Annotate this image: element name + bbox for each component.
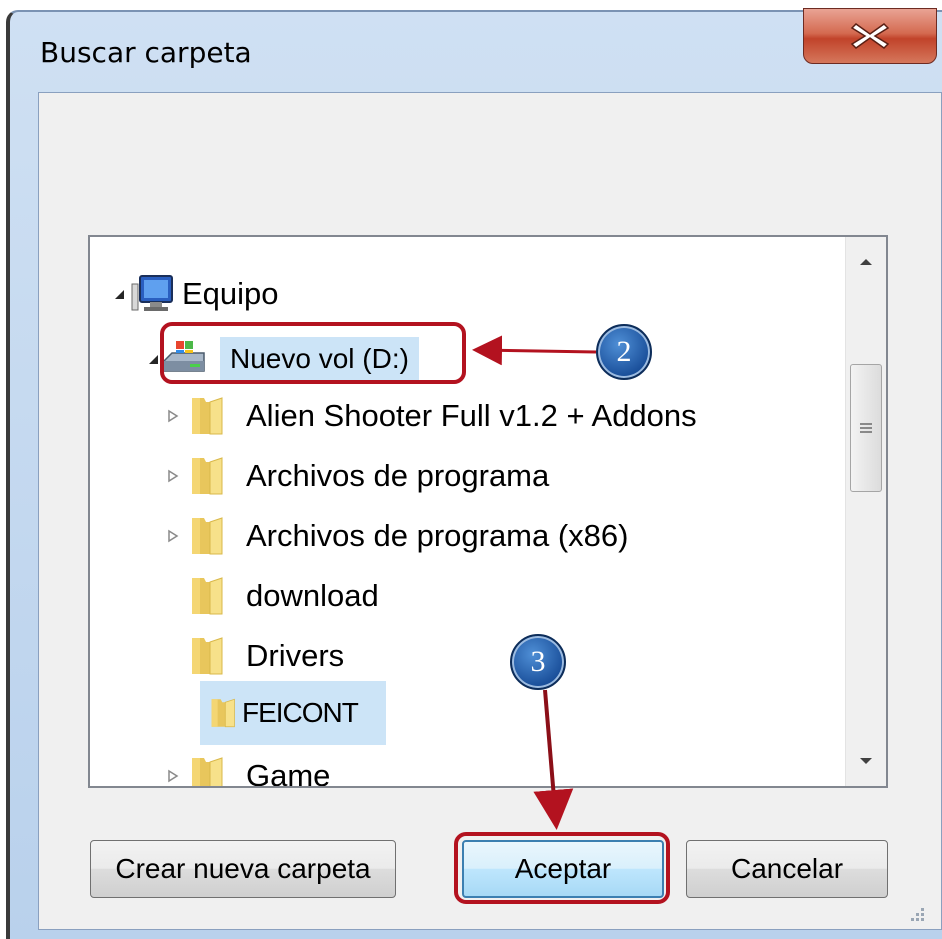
folder-icon xyxy=(190,396,224,436)
expanded-arrow-icon[interactable] xyxy=(112,287,126,301)
tree-item-label: Archivos de programa xyxy=(246,458,550,493)
tree-item-archivos-programa-x86[interactable]: Archivos de programa (x86) xyxy=(166,509,629,563)
folder-icon xyxy=(190,516,224,556)
computer-icon xyxy=(131,275,173,311)
collapsed-arrow-icon[interactable] xyxy=(166,769,180,783)
folder-icon xyxy=(210,693,236,733)
tree-item-download[interactable]: download xyxy=(190,569,379,623)
dialog-title: Buscar carpeta xyxy=(40,36,252,69)
highlight-drive xyxy=(160,322,466,384)
resize-grip-icon[interactable] xyxy=(904,903,926,925)
scroll-up-button[interactable] xyxy=(846,237,886,287)
scroll-down-arrow-icon xyxy=(860,758,872,764)
scroll-thumb[interactable] xyxy=(850,364,882,492)
close-icon xyxy=(850,23,890,49)
folder-icon xyxy=(190,756,224,786)
tree-item-label: Drivers xyxy=(246,638,345,673)
tree-item-label: download xyxy=(246,578,379,613)
grip-lines-icon xyxy=(860,423,872,433)
tree-item-label: Game xyxy=(246,758,331,788)
tree-item-label: Alien Shooter Full v1.2 + Addons xyxy=(246,398,697,433)
folder-icon xyxy=(190,456,224,496)
collapsed-arrow-icon[interactable] xyxy=(166,409,180,423)
folder-icon xyxy=(190,576,224,616)
tree-item-archivos-programa[interactable]: Archivos de programa xyxy=(166,449,549,503)
collapsed-arrow-icon[interactable] xyxy=(166,529,180,543)
tree-item-label: Equipo xyxy=(182,276,279,311)
scroll-down-button[interactable] xyxy=(846,736,886,786)
tree-item-game[interactable]: Game xyxy=(166,749,331,788)
close-button[interactable] xyxy=(803,8,937,64)
tree-item-equipo[interactable]: Equipo xyxy=(112,267,279,321)
tree-item-feicont[interactable]: FEICONT xyxy=(200,681,386,745)
tree-item-drivers[interactable]: Drivers xyxy=(190,629,344,683)
create-new-folder-button[interactable]: Crear nueva carpeta xyxy=(90,840,396,898)
cancel-button[interactable]: Cancelar xyxy=(686,840,888,898)
highlight-accept-button xyxy=(454,832,670,904)
step-badge-3: 3 xyxy=(510,634,566,690)
tree-item-alien-shooter[interactable]: Alien Shooter Full v1.2 + Addons xyxy=(166,389,697,443)
tree-item-label: FEICONT xyxy=(242,697,359,728)
browse-folder-dialog: Buscar carpeta Equipo Nuevo vol (D:) Ali… xyxy=(0,0,942,939)
tree-item-label: Archivos de programa (x86) xyxy=(246,518,629,553)
step-badge-2: 2 xyxy=(596,324,652,380)
folder-icon xyxy=(190,636,224,676)
folder-tree[interactable]: Equipo Nuevo vol (D:) Alien Shooter Full… xyxy=(88,235,888,788)
vertical-scrollbar[interactable] xyxy=(845,237,886,786)
collapsed-arrow-icon[interactable] xyxy=(166,469,180,483)
scroll-up-arrow-icon xyxy=(860,259,872,265)
expanded-arrow-icon[interactable] xyxy=(146,352,160,366)
